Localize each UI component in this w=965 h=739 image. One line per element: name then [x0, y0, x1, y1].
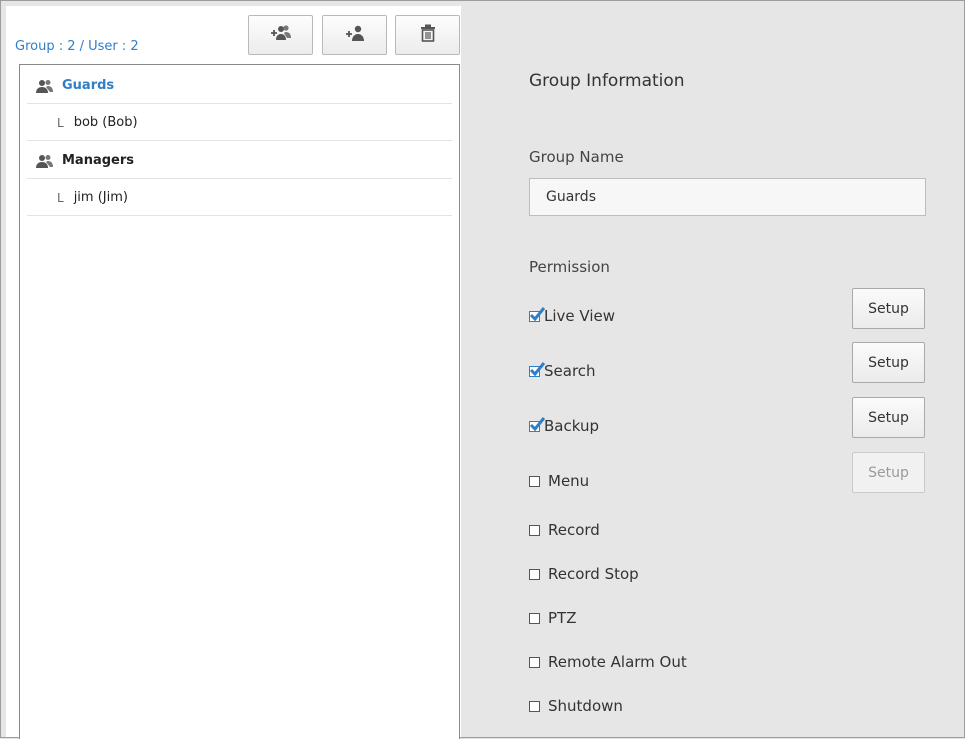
group-tree: Guards L bob (Bob) Managers L jim (Jim): [19, 64, 460, 739]
permission-label-text: Live View: [544, 307, 615, 325]
tree-group-label: Managers: [62, 153, 135, 168]
group-icon: [36, 79, 54, 93]
permission-record-stop[interactable]: Record Stop: [529, 563, 639, 585]
tree-group-label: Guards: [62, 78, 115, 93]
group-icon: [36, 154, 54, 168]
tree-group-managers[interactable]: Managers: [27, 143, 452, 179]
add-user-icon: [345, 24, 365, 46]
add-group-icon: [270, 24, 292, 46]
permission-label-text: Record: [548, 521, 600, 539]
trash-icon: [420, 24, 436, 46]
permission-record[interactable]: Record: [529, 519, 600, 541]
setup-backup-button[interactable]: Setup: [852, 397, 925, 438]
delete-button[interactable]: [395, 15, 460, 55]
checkbox-unchecked[interactable]: [529, 656, 540, 668]
checkbox-unchecked[interactable]: [529, 700, 540, 712]
checkbox-checked[interactable]: [529, 361, 545, 377]
group-information-title: Group Information: [529, 71, 685, 91]
permission-label: Permission: [529, 258, 610, 276]
permission-label-text: Backup: [544, 417, 599, 435]
permission-label-text: PTZ: [548, 609, 577, 627]
checkbox-unchecked[interactable]: [529, 524, 540, 536]
checkbox-checked[interactable]: [529, 306, 545, 322]
checkbox-unchecked[interactable]: [529, 568, 540, 580]
permission-label-text: Menu: [548, 472, 590, 490]
tree-branch-glyph: L: [57, 190, 64, 205]
group-user-count: Group : 2 / User : 2: [15, 39, 139, 54]
checkbox-unchecked[interactable]: [529, 475, 540, 487]
setup-search-button[interactable]: Setup: [852, 342, 925, 383]
permission-remote-alarm-out[interactable]: Remote Alarm Out: [529, 651, 687, 673]
tree-user-jim[interactable]: L jim (Jim): [27, 180, 452, 216]
permission-menu[interactable]: Menu: [529, 470, 589, 492]
permission-label-text: Remote Alarm Out: [548, 653, 687, 671]
tree-user-label: jim (Jim): [73, 190, 128, 205]
permission-backup[interactable]: Backup: [529, 415, 599, 437]
checkbox-checked[interactable]: [529, 416, 545, 432]
setup-menu-button[interactable]: Setup: [852, 452, 925, 493]
permission-live-view[interactable]: Live View: [529, 305, 615, 327]
tree-user-bob[interactable]: L bob (Bob): [27, 105, 452, 141]
group-name-input[interactable]: [529, 178, 926, 216]
permission-search[interactable]: Search: [529, 360, 596, 382]
permission-label-text: Record Stop: [548, 565, 639, 583]
permission-shutdown[interactable]: Shutdown: [529, 695, 623, 717]
permission-ptz[interactable]: PTZ: [529, 607, 576, 629]
tree-group-guards[interactable]: Guards: [27, 68, 452, 104]
add-group-button[interactable]: [248, 15, 313, 55]
tree-user-label: bob (Bob): [73, 115, 138, 130]
user-management-window: Group : 2 / User : 2 Guards L bob (Bob) …: [0, 0, 965, 739]
permission-label-text: Shutdown: [548, 697, 623, 715]
setup-live-view-button[interactable]: Setup: [852, 288, 925, 329]
permission-label-text: Search: [544, 362, 596, 380]
tree-branch-glyph: L: [57, 115, 64, 130]
group-name-label: Group Name: [529, 148, 624, 166]
add-user-button[interactable]: [322, 15, 387, 55]
checkbox-unchecked[interactable]: [529, 612, 540, 624]
